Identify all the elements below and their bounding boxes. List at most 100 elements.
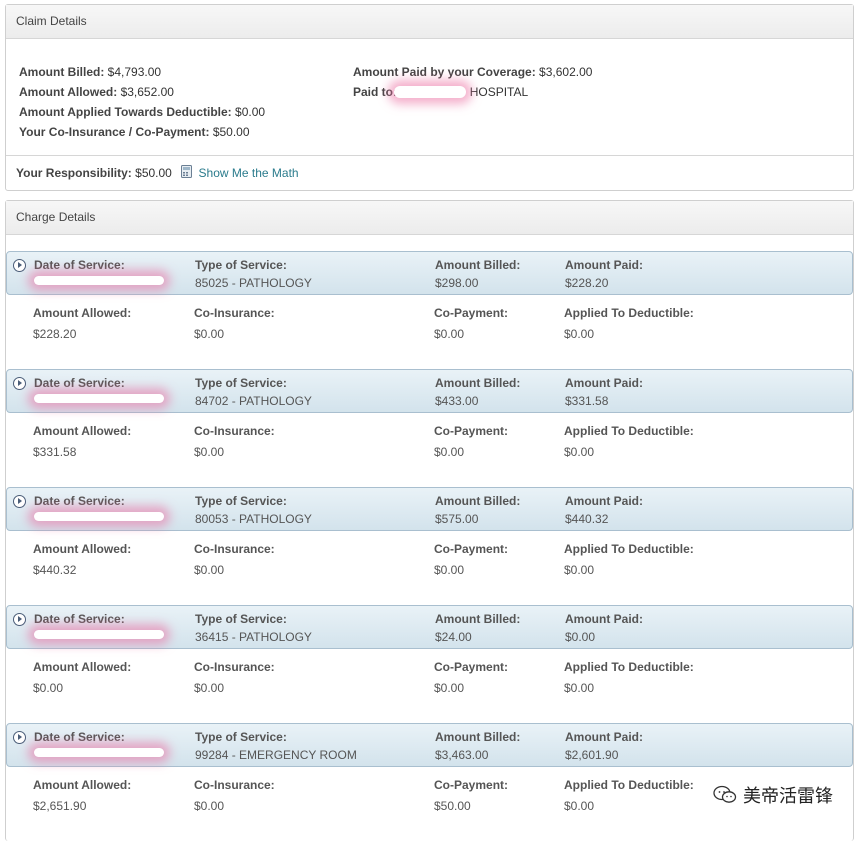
co-payment-label: Co-Payment: [434, 660, 509, 674]
redaction-mark [34, 630, 164, 639]
coinsurance-value: $50.00 [212, 125, 250, 139]
co-insurance-value: $0.00 [194, 681, 225, 695]
applied-to-deductible-label: Applied To Deductible: [564, 542, 694, 556]
type-of-service-value: 99284 - EMERGENCY ROOM [195, 748, 357, 762]
amount-allowed-value: $3,652.00 [120, 85, 174, 99]
date-of-service-label: Date of Service: [34, 612, 125, 626]
amount-allowed-label: Amount Allowed: [33, 660, 132, 674]
amount-billed-label: Amount Billed: [435, 258, 521, 272]
amount-billed-label: Amount Billed: [435, 376, 521, 390]
amount-billed-label: Amount Billed: [19, 65, 105, 79]
wechat-icon [713, 785, 737, 803]
amount-paid-label: Amount Paid by your Coverage: [353, 65, 536, 79]
date-of-service-label: Date of Service: [34, 258, 125, 272]
co-payment-label: Co-Payment: [434, 306, 509, 320]
amount-paid-value: $440.32 [565, 512, 609, 526]
redaction-mark [34, 512, 164, 521]
charge-details-header: Charge Details [6, 201, 853, 235]
show-math-link[interactable]: Show Me the Math [199, 166, 299, 180]
charge-header-row[interactable]: Date of Service: Type of Service: 84702 … [6, 369, 853, 413]
applied-to-deductible-value: $0.00 [564, 563, 595, 577]
type-of-service-label: Type of Service: [195, 494, 287, 508]
redaction-mark [34, 276, 164, 285]
amount-billed-label: Amount Billed: [435, 494, 521, 508]
type-of-service-value: 36415 - PATHOLOGY [195, 630, 312, 644]
responsibility-label: Your Responsibility: [16, 166, 132, 180]
redaction-mark [394, 86, 466, 98]
date-of-service-label: Date of Service: [34, 730, 125, 744]
amount-paid-row: Amount Paid by your Coverage: $3,602.00 [353, 65, 592, 79]
amount-allowed-value: $0.00 [33, 681, 64, 695]
redaction-mark [34, 748, 164, 757]
amount-billed-value: $3,463.00 [435, 748, 489, 762]
co-insurance-label: Co-Insurance: [194, 424, 275, 438]
amount-billed-value: $24.00 [435, 630, 472, 644]
type-of-service-label: Type of Service: [195, 730, 287, 744]
coinsurance-row: Your Co-Insurance / Co-Payment: $50.00 [19, 125, 250, 139]
coinsurance-label: Your Co-Insurance / Co-Payment: [19, 125, 210, 139]
applied-to-deductible-value: $0.00 [564, 327, 595, 341]
charge-header-row[interactable]: Date of Service: Type of Service: 99284 … [6, 723, 853, 767]
applied-to-deductible-value: $0.00 [564, 799, 595, 813]
amount-billed-value: $298.00 [435, 276, 479, 290]
co-payment-value: $50.00 [434, 799, 471, 813]
charge-details-panel: Charge Details Date of Service: Type of … [5, 200, 854, 841]
charge-header-row[interactable]: Date of Service: Type of Service: 36415 … [6, 605, 853, 649]
amount-paid-label: Amount Paid: [565, 494, 643, 508]
responsibility-row: Your Responsibility: $50.00 Show Me the … [16, 165, 299, 180]
co-payment-value: $0.00 [434, 445, 465, 459]
applied-to-deductible-label: Applied To Deductible: [564, 778, 694, 792]
charge-header-row[interactable]: Date of Service: Type of Service: 85025 … [6, 251, 853, 295]
amount-allowed-label: Amount Allowed: [33, 424, 132, 438]
date-of-service-label: Date of Service: [34, 494, 125, 508]
watermark-text: 美帝活雷锋 [743, 786, 833, 807]
amount-billed-value: $4,793.00 [107, 65, 162, 79]
expand-circle-icon[interactable] [13, 259, 26, 272]
co-payment-value: $0.00 [434, 327, 465, 341]
charge-header-row[interactable]: Date of Service: Type of Service: 80053 … [6, 487, 853, 531]
amount-paid-label: Amount Paid: [565, 612, 643, 626]
expand-circle-icon[interactable] [13, 613, 26, 626]
amount-allowed-row: Amount Allowed: $3,652.00 [19, 85, 174, 99]
expand-circle-icon[interactable] [13, 495, 26, 508]
paid-to-value: HOSPITAL [469, 85, 529, 99]
calculator-icon[interactable] [181, 165, 193, 178]
co-payment-value: $0.00 [434, 681, 465, 695]
charge-item: Date of Service: Type of Service: 80053 … [6, 487, 853, 605]
amount-allowed-label: Amount Allowed: [33, 306, 132, 320]
amount-billed-label: Amount Billed: [435, 612, 521, 626]
amount-billed-row: Amount Billed: $4,793.00 [19, 65, 161, 79]
co-payment-label: Co-Payment: [434, 778, 509, 792]
amount-paid-value: $0.00 [565, 630, 596, 644]
co-insurance-label: Co-Insurance: [194, 306, 275, 320]
amount-paid-value: $3,602.00 [539, 65, 593, 79]
amount-allowed-label: Amount Allowed: [33, 778, 132, 792]
claim-details-panel: Claim Details Amount Billed: $4,793.00 A… [5, 4, 854, 191]
applied-to-deductible-value: $0.00 [564, 445, 595, 459]
expand-circle-icon[interactable] [13, 377, 26, 390]
responsibility-value: $50.00 [135, 166, 172, 180]
co-insurance-value: $0.00 [194, 799, 225, 813]
applied-to-deductible-label: Applied To Deductible: [564, 424, 694, 438]
charge-item: Date of Service: Type of Service: 85025 … [6, 251, 853, 369]
amount-allowed-value: $228.20 [33, 327, 77, 341]
deductible-value: $0.00 [235, 105, 266, 119]
applied-to-deductible-value: $0.00 [564, 681, 595, 695]
co-insurance-label: Co-Insurance: [194, 542, 275, 556]
amount-paid-value: $2,601.90 [565, 748, 619, 762]
watermark: 美帝活雷锋 [713, 782, 833, 808]
amount-paid-label: Amount Paid: [565, 376, 643, 390]
charge-item: Date of Service: Type of Service: 84702 … [6, 369, 853, 487]
amount-allowed-value: $440.32 [33, 563, 77, 577]
type-of-service-label: Type of Service: [195, 612, 287, 626]
applied-to-deductible-label: Applied To Deductible: [564, 660, 694, 674]
amount-billed-value: $575.00 [435, 512, 479, 526]
amount-paid-label: Amount Paid: [565, 730, 643, 744]
type-of-service-label: Type of Service: [195, 376, 287, 390]
paid-to-label: Paid to: [353, 85, 397, 99]
amount-billed-value: $433.00 [435, 394, 479, 408]
amount-allowed-label: Amount Allowed: [33, 542, 132, 556]
type-of-service-label: Type of Service: [195, 258, 287, 272]
expand-circle-icon[interactable] [13, 731, 26, 744]
deductible-row: Amount Applied Towards Deductible: $0.00 [19, 105, 265, 119]
